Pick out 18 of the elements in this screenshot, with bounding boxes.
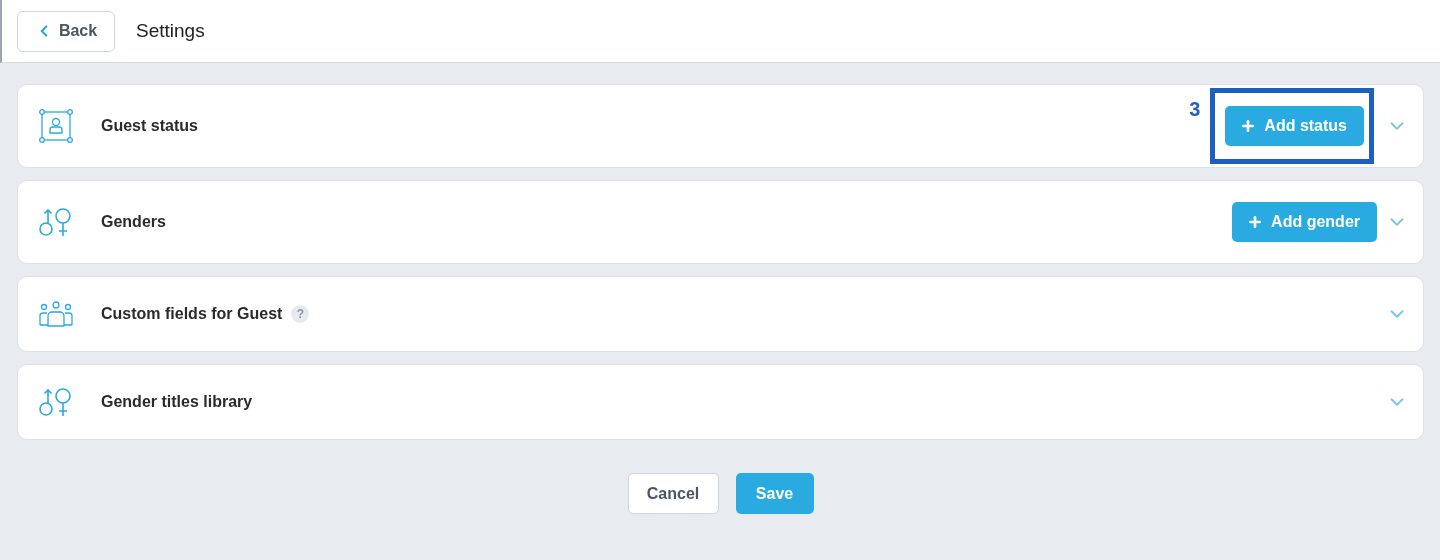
- step-number: 3: [1189, 98, 1201, 121]
- section-title: Guest status: [101, 117, 198, 135]
- settings-section[interactable]: Guest status 3 Add status: [17, 84, 1424, 168]
- plus-icon: [1240, 118, 1257, 134]
- section-title: Gender titles library: [101, 393, 253, 411]
- gender-icon: [39, 207, 73, 237]
- user-frame-icon: [39, 109, 73, 143]
- settings-section[interactable]: Gender titles library: [17, 364, 1424, 440]
- section-title: Genders: [101, 213, 166, 231]
- back-button[interactable]: Back: [17, 10, 115, 52]
- settings-section[interactable]: Genders Add gender: [17, 180, 1424, 264]
- gender-icon: [39, 387, 73, 417]
- page-title: Settings: [136, 20, 205, 42]
- cancel-button[interactable]: Cancel: [627, 473, 719, 514]
- settings-section[interactable]: Custom fields for Guest ?: [17, 276, 1424, 352]
- group-icon: [39, 301, 73, 327]
- section-title: Custom fields for Guest: [101, 305, 283, 323]
- plus-icon: [1247, 214, 1264, 230]
